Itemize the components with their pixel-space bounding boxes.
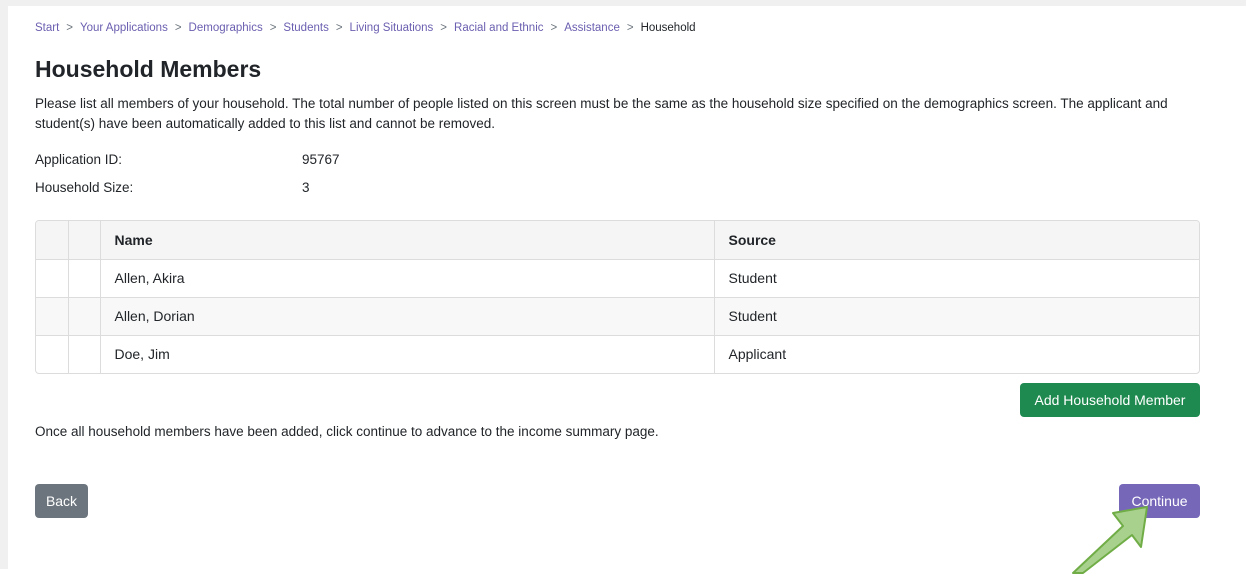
add-household-member-button[interactable]: Add Household Member xyxy=(1020,383,1200,417)
member-name: Doe, Jim xyxy=(100,335,715,373)
breadcrumb-students[interactable]: Students xyxy=(283,22,328,34)
header-action-cell xyxy=(68,221,101,260)
row-action-cell[interactable] xyxy=(36,335,69,373)
household-members-table: Name Source Allen, Akira Student Allen, … xyxy=(36,221,1199,373)
application-id-value: 95767 xyxy=(302,152,340,167)
household-size-value: 3 xyxy=(302,180,310,195)
row-action-cell[interactable] xyxy=(68,259,101,298)
table-row[interactable]: Allen, Akira Student xyxy=(36,259,1199,298)
breadcrumb-separator: > xyxy=(66,22,74,34)
member-source: Student xyxy=(714,297,1199,336)
breadcrumb-separator: > xyxy=(440,22,448,34)
column-header-source[interactable]: Source xyxy=(714,221,1199,260)
household-members-page: Start > Your Applications > Demographics > Stu… xyxy=(35,0,1210,574)
table-header-row: Name Source xyxy=(36,221,1199,260)
back-button[interactable]: Back xyxy=(35,484,88,518)
table-row[interactable]: Doe, Jim Applicant xyxy=(36,335,1199,373)
breadcrumb-current-household: Household xyxy=(640,22,696,34)
row-action-cell[interactable] xyxy=(36,297,69,336)
arrow-icon xyxy=(1072,506,1148,574)
row-action-cell[interactable] xyxy=(68,297,101,336)
breadcrumb-living-situations[interactable]: Living Situations xyxy=(350,22,434,34)
breadcrumb-separator: > xyxy=(174,22,182,34)
application-id-label: Application ID: xyxy=(35,152,123,167)
member-name: Allen, Dorian xyxy=(100,297,715,336)
breadcrumb-separator: > xyxy=(626,22,634,34)
row-action-cell[interactable] xyxy=(68,335,101,373)
member-source: Applicant xyxy=(728,346,787,363)
breadcrumb-separator: > xyxy=(269,22,277,34)
household-members-grid: Name Source Allen, Akira Student Allen, … xyxy=(35,220,1200,374)
breadcrumb-demographics[interactable]: Demographics xyxy=(189,22,263,34)
breadcrumb-your-applications[interactable]: Your Applications xyxy=(80,22,168,34)
row-action-cell[interactable] xyxy=(36,259,69,298)
continue-help-text: Once all household members have been add… xyxy=(35,424,659,439)
header-action-cell xyxy=(36,221,69,260)
breadcrumb-assistance[interactable]: Assistance xyxy=(564,22,620,34)
table-row[interactable]: Allen, Dorian Student xyxy=(36,297,1199,336)
breadcrumb: Start > Your Applications > Demographics > Stu… xyxy=(35,22,696,34)
page-title: Household Members xyxy=(35,56,262,82)
household-size-label: Household Size: xyxy=(35,180,134,195)
breadcrumb-separator: > xyxy=(335,22,343,34)
intro-text: Please list all members of your househol… xyxy=(35,96,1168,131)
breadcrumb-separator: > xyxy=(550,22,558,34)
member-source: Student xyxy=(714,259,1199,298)
member-name: Allen, Akira xyxy=(100,259,715,298)
column-header-name[interactable]: Name xyxy=(100,221,715,260)
arrow-shape xyxy=(1072,506,1148,574)
window-left-edge xyxy=(0,0,8,569)
breadcrumb-start[interactable]: Start xyxy=(35,22,59,34)
breadcrumb-racial-and-ethnic[interactable]: Racial and Ethnic xyxy=(454,22,544,34)
